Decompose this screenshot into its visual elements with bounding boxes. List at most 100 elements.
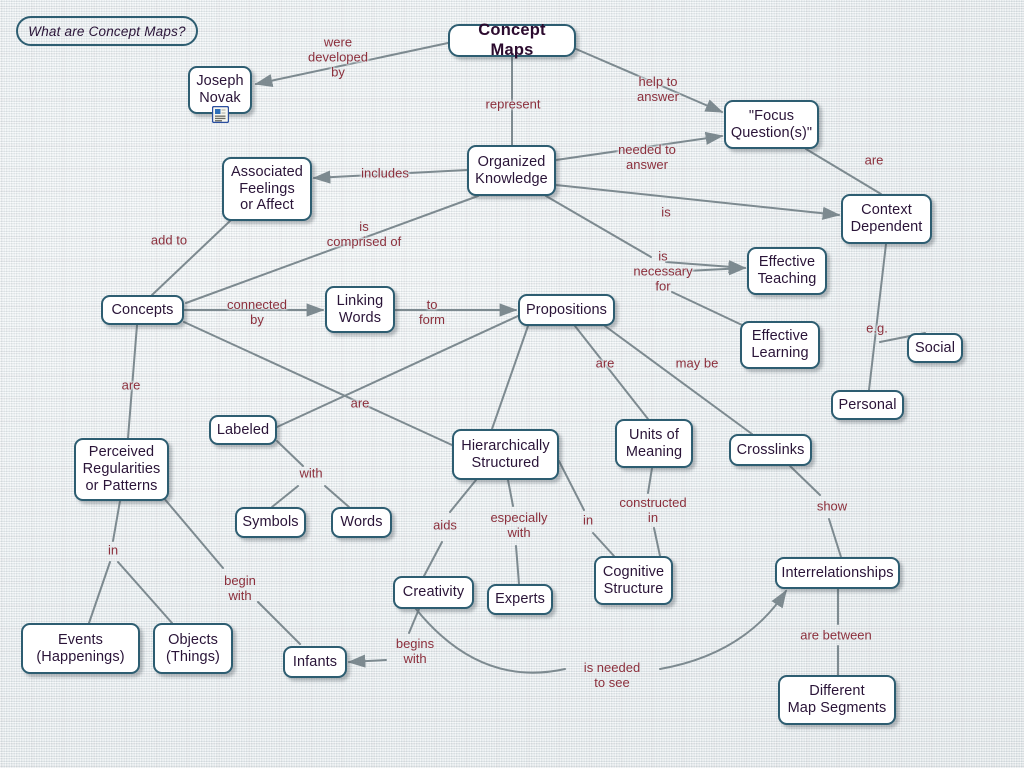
node-label-infants: Infants xyxy=(292,653,338,670)
node-label-experts: Experts xyxy=(495,591,545,608)
edge-label-concept_maps-to-focus_questions: help to answer xyxy=(637,74,679,104)
edge-label-propositions-to-units_of_meaning: are xyxy=(595,355,615,371)
edge-label-context_dependent-to-personal: e.g. xyxy=(866,320,888,336)
edge-label-perceived_reg-to-infants: begin with xyxy=(224,573,256,603)
node-interrelationships[interactable]: Interrelationships xyxy=(775,557,900,589)
node-label-hierarchically: Hierarchically Structured xyxy=(461,437,550,471)
edge-label-propositions-to-crosslinks: may be xyxy=(675,355,719,371)
node-label-context_dependent: Context Dependent xyxy=(850,202,923,235)
node-personal[interactable]: Personal xyxy=(831,390,904,420)
edge-label-organized_knowledge-to-associated_feelings: includes xyxy=(361,165,409,181)
edge-label-concepts-to-linking_words: connected by xyxy=(227,297,287,327)
node-hierarchically[interactable]: Hierarchically Structured xyxy=(452,429,559,480)
node-label-events: Events (Happenings) xyxy=(36,631,125,665)
node-label-symbols: Symbols xyxy=(242,514,299,531)
edge-label-crosslinks-to-interrelationships: show xyxy=(816,498,848,514)
node-social[interactable]: Social xyxy=(907,333,963,363)
node-labeled[interactable]: Labeled xyxy=(209,415,277,445)
node-label-words: Words xyxy=(340,514,383,531)
edge-hierarchically-to-cognitive_structure xyxy=(592,532,615,557)
node-label-cognitive_structure: Cognitive Structure xyxy=(602,563,665,597)
edge-hierarchically-to-creativity xyxy=(449,479,477,513)
node-cognitive_structure[interactable]: Cognitive Structure xyxy=(594,556,673,605)
edge-units_of_meaning-to-cognitive_structure xyxy=(653,527,661,557)
edge-label-focus_questions-to-context_dependent: are xyxy=(864,152,884,168)
node-words[interactable]: Words xyxy=(331,507,392,538)
node-effective_teaching[interactable]: Effective Teaching xyxy=(747,247,827,295)
map-title-text: What are Concept Maps? xyxy=(28,23,186,39)
node-label-effective_learning: Effective Learning xyxy=(751,328,809,361)
edge-propositions-to-units_of_meaning xyxy=(574,325,649,420)
node-concepts[interactable]: Concepts xyxy=(101,295,184,325)
edge-hierarchically-to-cognitive_structure xyxy=(558,460,585,511)
edge-units_of_meaning-to-cognitive_structure xyxy=(647,467,653,494)
node-associated_feelings[interactable]: Associated Feelings or Affect xyxy=(222,157,312,221)
node-perceived_reg[interactable]: Perceived Regularities or Patterns xyxy=(74,438,169,501)
edge-label-concept_maps-to-organized_knowledge: represent xyxy=(485,96,541,112)
edge-label-concepts-to-hierarchically: are xyxy=(350,395,370,411)
node-label-objects: Objects (Things) xyxy=(166,631,220,665)
node-context_dependent[interactable]: Context Dependent xyxy=(841,194,932,244)
node-label-perceived_reg: Perceived Regularities or Patterns xyxy=(82,444,161,494)
map-title-box: What are Concept Maps? xyxy=(16,16,198,46)
document-resource-icon[interactable] xyxy=(211,105,229,124)
edge-crosslinks-to-interrelationships xyxy=(789,465,821,496)
edge-label-concepts-to-associated_feelings: add to xyxy=(150,232,188,248)
node-objects[interactable]: Objects (Things) xyxy=(153,623,233,674)
edge-creativity-to-infants xyxy=(347,654,387,668)
node-label-linking_words: Linking Words xyxy=(336,292,384,326)
node-label-interrelationships: Interrelationships xyxy=(781,564,894,581)
edge-hierarchically-to-experts xyxy=(507,479,514,507)
edge-label-organized_knowledge-to-focus_questions: needed to answer xyxy=(618,142,676,172)
node-focus_questions[interactable]: "Focus Question(s)" xyxy=(724,100,819,149)
node-crosslinks[interactable]: Crosslinks xyxy=(729,434,812,466)
node-infants[interactable]: Infants xyxy=(283,646,347,678)
edge-propositions-to-hierarchically xyxy=(491,325,529,430)
edge-organized_knowledge-to-context_dependent xyxy=(555,184,841,220)
edge-perceived_reg-to-infants xyxy=(257,601,301,645)
node-label-associated_feelings: Associated Feelings or Affect xyxy=(231,163,303,214)
node-label-focus_questions: "Focus Question(s)" xyxy=(730,107,813,141)
edge-perceived_reg-to-events xyxy=(88,561,111,624)
node-experts[interactable]: Experts xyxy=(487,584,553,615)
edge-label-creativity-to-interrelationships: is needed to see xyxy=(583,660,641,690)
edge-label-labeled-to-symbols: with xyxy=(299,465,323,481)
edge-creativity-to-interrelationships xyxy=(415,608,566,674)
node-propositions[interactable]: Propositions xyxy=(518,294,615,326)
node-label-labeled: Labeled xyxy=(216,421,270,438)
node-label-units_of_meaning: Units of Meaning xyxy=(625,426,683,460)
edge-label-organized_knowledge-to-concepts: is comprised of xyxy=(326,219,402,249)
node-effective_learning[interactable]: Effective Learning xyxy=(740,321,820,369)
node-different_segments[interactable]: Different Map Segments xyxy=(778,675,896,725)
node-symbols[interactable]: Symbols xyxy=(235,507,306,538)
edge-creativity-to-infants xyxy=(408,608,420,634)
edge-creativity-to-interrelationships xyxy=(659,589,787,670)
node-label-effective_teaching: Effective Teaching xyxy=(757,254,817,287)
edge-perceived_reg-to-objects xyxy=(117,561,173,624)
concept-map-canvas: Concept Maps Joseph Novak "Focus Question(… xyxy=(0,0,1024,768)
edge-label-hierarchically-to-experts: especially with xyxy=(490,510,548,540)
node-organized_knowledge[interactable]: Organized Knowledge xyxy=(467,145,556,196)
edge-propositions-to-crosslinks xyxy=(604,325,753,435)
edge-label-units_of_meaning-to-cognitive_structure: constructed in xyxy=(619,495,687,525)
edge-label-concept_maps-to-joseph_novak: were developed by xyxy=(308,34,368,80)
node-units_of_meaning[interactable]: Units of Meaning xyxy=(615,419,693,468)
node-events[interactable]: Events (Happenings) xyxy=(21,623,140,674)
edge-label-perceived_reg-to-events: in xyxy=(107,542,119,558)
edge-label-organized_knowledge-to-propositions: is necessary for xyxy=(633,248,693,294)
edge-label-interrelationships-to-different_segments: are between xyxy=(800,627,872,643)
edge-perceived_reg-to-events xyxy=(112,500,121,542)
edge-label-creativity-to-infants: begins with xyxy=(395,636,435,666)
node-label-joseph_novak: Joseph Novak xyxy=(196,73,244,106)
node-creativity[interactable]: Creativity xyxy=(393,576,474,609)
edge-propositions-to-effective_learning xyxy=(671,291,743,326)
edge-organized_knowledge-to-propositions xyxy=(545,195,652,258)
node-concept_maps[interactable]: Concept Maps xyxy=(448,21,576,59)
edge-label-concepts-to-perceived_reg: are xyxy=(121,377,141,393)
node-label-concept_maps: Concept Maps xyxy=(478,21,546,59)
node-label-social: Social xyxy=(914,339,956,356)
edge-propositions-to-labeled xyxy=(276,315,519,428)
node-label-organized_knowledge: Organized Knowledge xyxy=(475,153,548,187)
node-linking_words[interactable]: Linking Words xyxy=(325,286,395,333)
edge-perceived_reg-to-infants xyxy=(156,489,224,569)
